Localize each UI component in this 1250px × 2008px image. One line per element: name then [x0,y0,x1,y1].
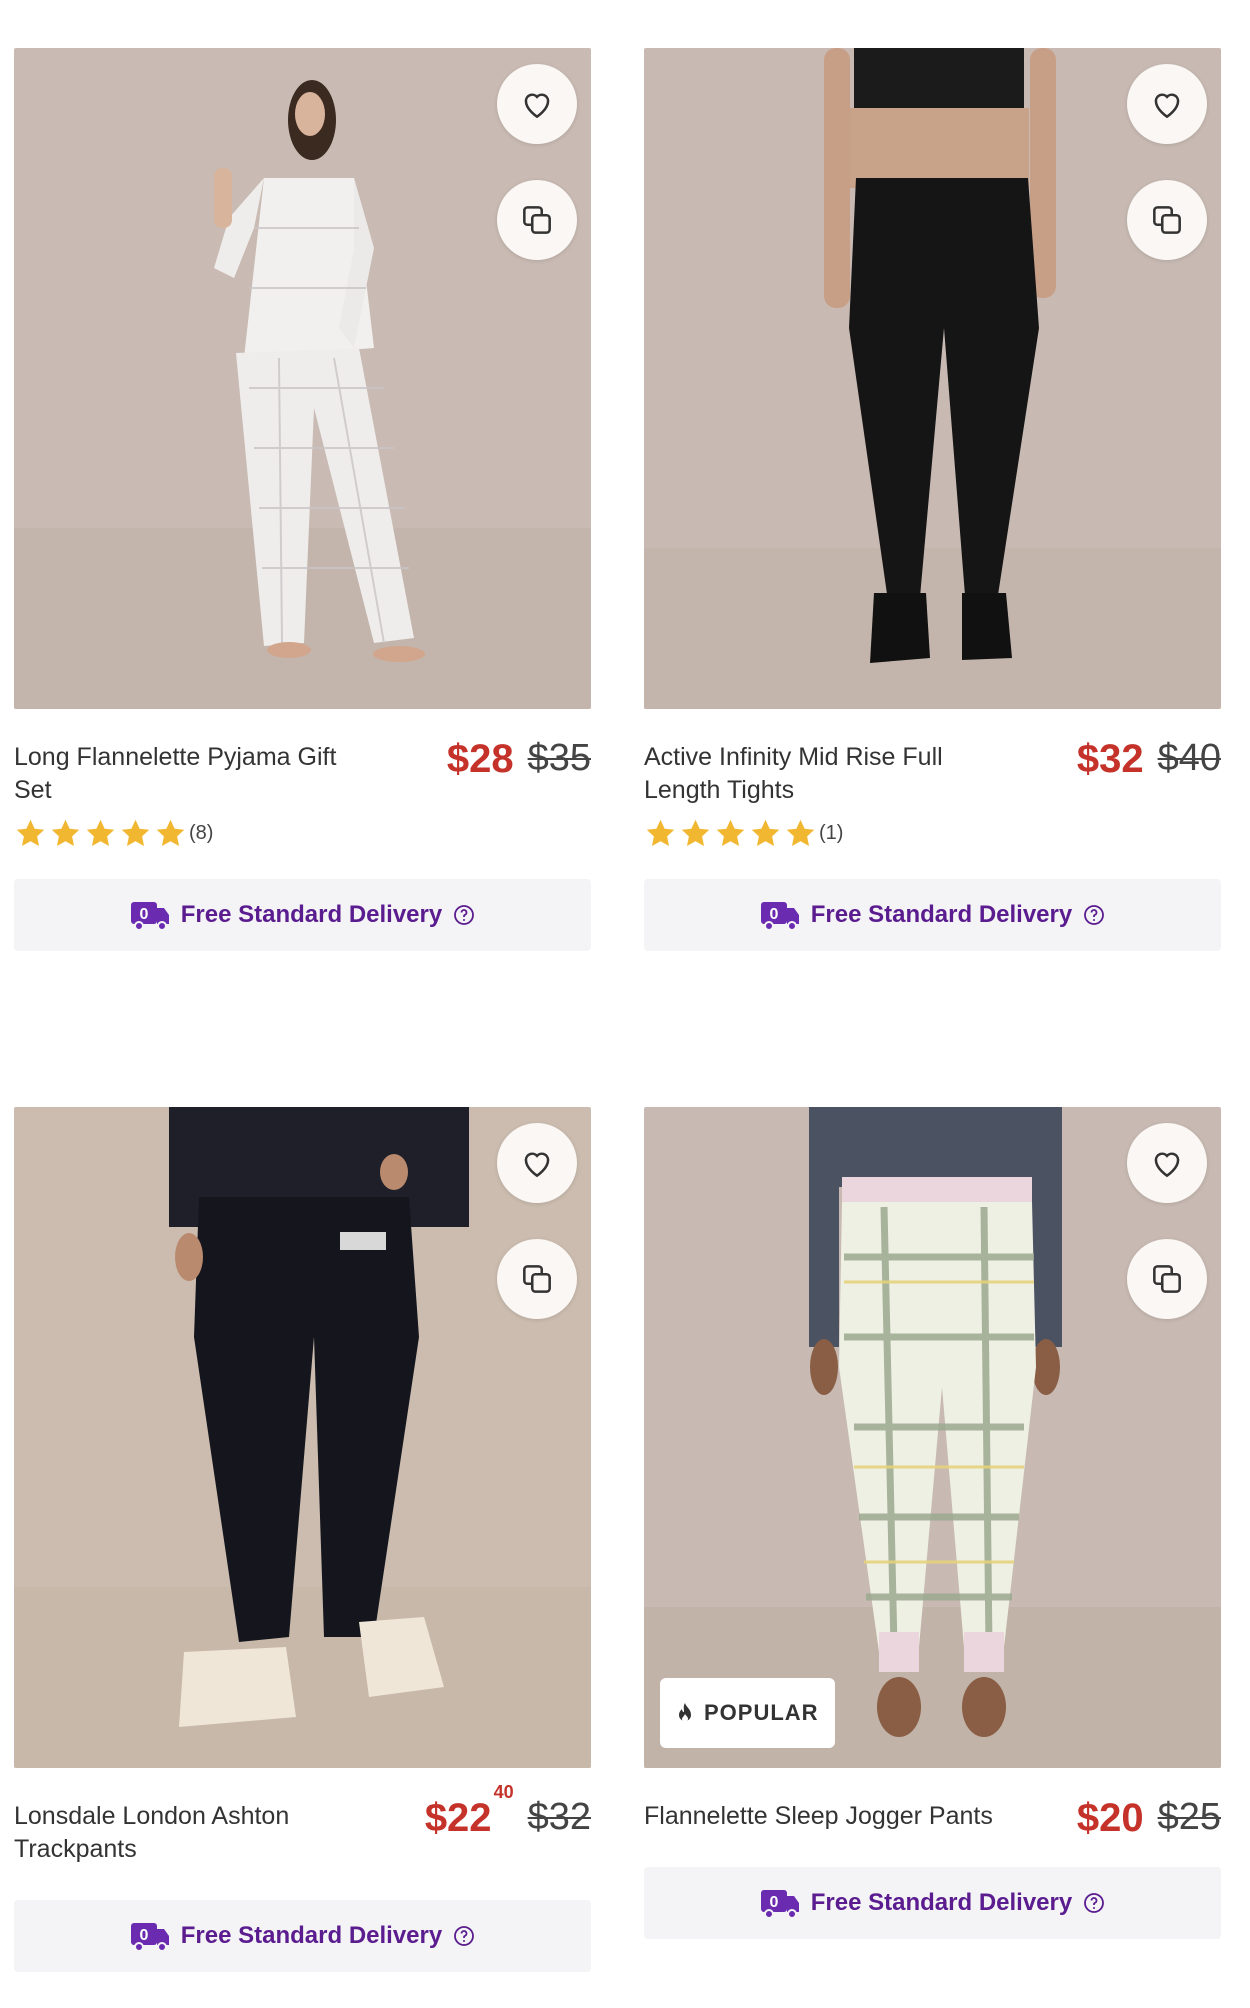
product-image[interactable] [644,48,1221,709]
product-image[interactable] [14,48,591,709]
svg-text:0: 0 [139,906,148,923]
heart-icon [524,1152,550,1178]
product-card[interactable]: Lonsdale London Ashton Trackpants $2240 … [14,1107,591,1972]
product-photo [644,1107,1221,1768]
delivery-info[interactable]: 0 Free Standard Delivery [644,1867,1221,1939]
sale-price: $2240 [424,1782,514,1840]
rating[interactable]: (1) [644,815,1221,851]
rating[interactable]: (8) [14,815,591,851]
wishlist-button[interactable] [1127,64,1207,144]
wishlist-button[interactable] [497,1123,577,1203]
sale-price: $20 [1076,1796,1144,1840]
star-icon [681,819,710,846]
compare-button[interactable] [497,1239,577,1319]
product-card[interactable]: Long Flannelette Pyjama Gift Set $28 $35… [14,48,591,951]
compare-button[interactable] [1127,1239,1207,1319]
delivery-truck-icon: 0 [130,1923,169,1952]
star-rating [14,817,187,850]
star-icon [786,819,815,846]
product-card[interactable]: Active Infinity Mid Rise Full Length Tig… [644,48,1221,951]
product-photo [644,48,1221,709]
review-count: (1) [819,821,844,844]
product-photo [14,48,591,709]
product-name[interactable]: Active Infinity Mid Rise Full Length Tig… [644,741,1004,807]
wishlist-button[interactable] [1127,1123,1207,1203]
original-price: $32 [527,1796,591,1838]
original-price: $40 [1157,737,1221,779]
product-info: Active Infinity Mid Rise Full Length Tig… [644,737,1221,807]
product-image[interactable]: POPULAR [644,1107,1221,1768]
sale-price: $28 [446,737,514,781]
delivery-label: Free Standard Delivery [180,1922,443,1949]
review-count: (8) [189,821,214,844]
price-group: $2240 $32 [424,1782,591,1841]
delivery-label: Free Standard Delivery [810,901,1073,928]
help-circle-icon[interactable] [1082,903,1106,927]
product-info: Lonsdale London Ashton Trackpants $2240 … [14,1782,591,1866]
heart-icon [1154,1152,1180,1178]
delivery-label: Free Standard Delivery [180,901,443,928]
star-icon [121,819,150,846]
price-group: $20 $25 [1077,1796,1221,1841]
delivery-info[interactable]: 0 Free Standard Delivery [14,879,591,951]
original-price: $25 [1157,1796,1221,1838]
compare-icon [523,206,551,234]
compare-button[interactable] [497,180,577,260]
product-image[interactable] [14,1107,591,1768]
flame-icon [679,1703,691,1722]
delivery-truck-icon: 0 [130,902,169,931]
product-info: Long Flannelette Pyjama Gift Set $28 $35 [14,737,591,807]
price-group: $28 $35 [447,737,591,782]
svg-text:0: 0 [139,1927,148,1944]
compare-icon [523,1265,551,1293]
price-group: $32 $40 [1077,737,1221,782]
svg-text:0: 0 [769,1894,778,1911]
delivery-label: Free Standard Delivery [810,1889,1073,1916]
product-card[interactable]: POPULAR Flannelette Sleep Jogger Pants $… [644,1107,1221,1939]
star-icon [16,819,45,846]
compare-icon [1153,1265,1181,1293]
popular-badge: POPULAR [660,1678,835,1748]
delivery-info[interactable]: 0 Free Standard Delivery [14,1900,591,1972]
product-name[interactable]: Long Flannelette Pyjama Gift Set [14,741,374,807]
popular-label: POPULAR [704,1700,819,1725]
star-icon [86,819,115,846]
star-icon [716,819,745,846]
original-price: $35 [527,737,591,779]
product-name[interactable]: Flannelette Sleep Jogger Pants [644,1800,1044,1833]
help-circle-icon[interactable] [452,1924,476,1948]
compare-button[interactable] [1127,180,1207,260]
star-icon [51,819,80,846]
wishlist-button[interactable] [497,64,577,144]
help-circle-icon[interactable] [1082,1891,1106,1915]
help-circle-icon[interactable] [452,903,476,927]
delivery-truck-icon: 0 [760,902,799,931]
star-rating [644,817,817,850]
compare-icon [1153,206,1181,234]
heart-icon [524,93,550,119]
delivery-truck-icon: 0 [760,1890,799,1919]
star-icon [751,819,780,846]
svg-text:0: 0 [769,906,778,923]
sale-price-cents: 40 [493,1782,514,1802]
heart-icon [1154,93,1180,119]
delivery-info[interactable]: 0 Free Standard Delivery [644,879,1221,951]
sale-price: $32 [1076,737,1144,781]
star-icon [156,819,185,846]
star-icon [646,819,675,846]
product-info: Flannelette Sleep Jogger Pants $20 $25 [644,1796,1221,1841]
product-photo [14,1107,591,1768]
product-name[interactable]: Lonsdale London Ashton Trackpants [14,1800,374,1866]
